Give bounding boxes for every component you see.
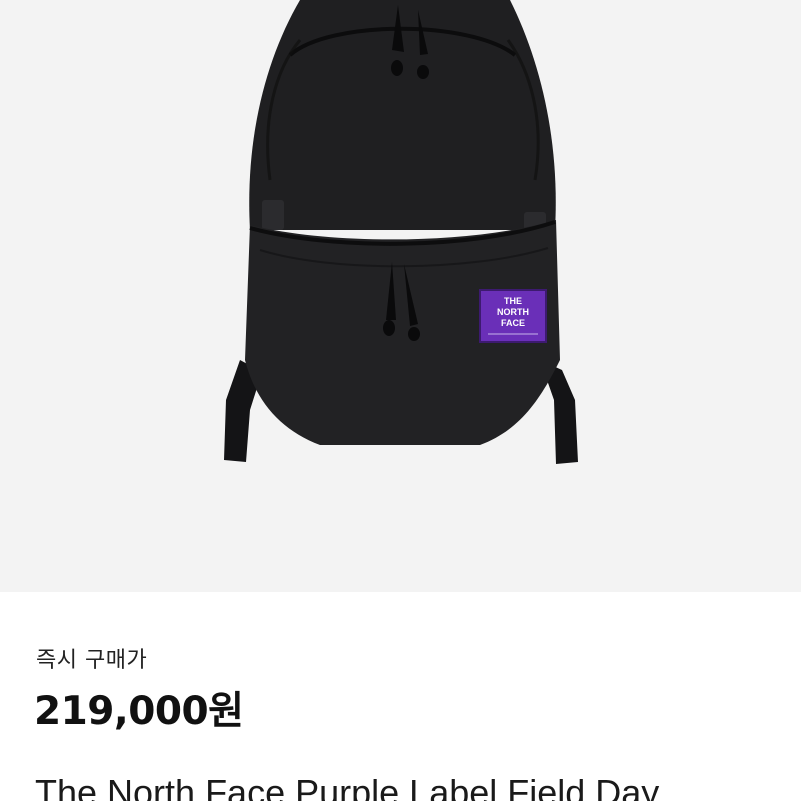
price-value: 219,000원	[34, 689, 244, 734]
product-info-section: 즉시 구매가 219,000원 The North Face Purple La…	[0, 592, 801, 801]
product-page: THE NORTH FACE 즉시 구매가 219,000원 The North…	[0, 0, 801, 801]
brand-label: THE NORTH FACE	[479, 289, 547, 343]
price-label: 즉시 구매가	[36, 648, 148, 673]
product-image[interactable]: THE NORTH FACE	[0, 0, 801, 592]
product-title[interactable]: The North Face Purple Label Field Day	[35, 772, 659, 801]
svg-text:NORTH: NORTH	[497, 307, 529, 317]
svg-text:FACE: FACE	[501, 318, 525, 328]
bag-upper-body	[249, 0, 556, 230]
svg-text:THE: THE	[504, 296, 522, 306]
backpack-illustration: THE NORTH FACE	[224, 0, 578, 464]
